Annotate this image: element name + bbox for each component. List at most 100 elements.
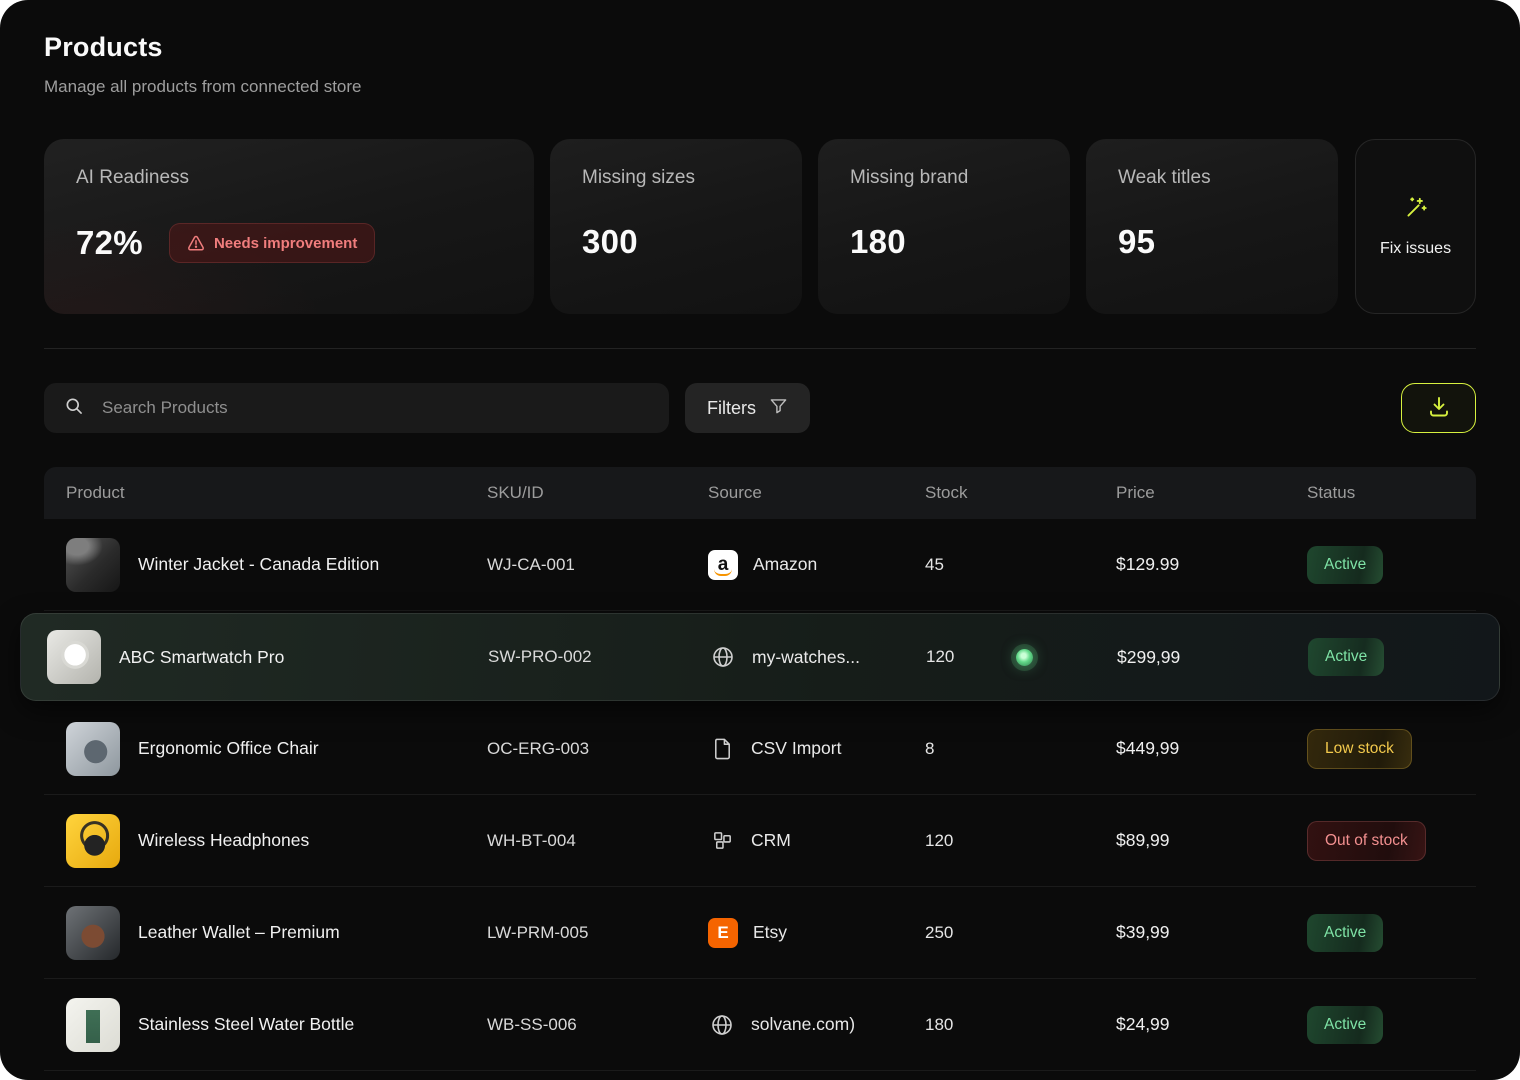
product-cell: Leather Wallet – Premium	[66, 906, 487, 960]
stat-label: AI Readiness	[76, 167, 502, 189]
status-cell: Low stock	[1307, 729, 1454, 769]
status-badge: Active	[1307, 914, 1383, 952]
source-name: CSV Import	[751, 738, 841, 759]
column-header-status: Status	[1307, 483, 1454, 503]
source-cell: E Etsy	[708, 918, 925, 948]
export-download-button[interactable]	[1401, 383, 1476, 433]
sku-cell: SW-PRO-002	[488, 647, 709, 667]
product-cell: Stainless Steel Water Bottle	[66, 998, 487, 1052]
source-cell: CRM	[708, 829, 925, 852]
fix-issues-button[interactable]: Fix issues	[1355, 139, 1476, 314]
page-subtitle: Manage all products from connected store	[44, 77, 1476, 97]
table-row[interactable]: Leather Wallet – Premium LW-PRM-005 E Et…	[44, 887, 1476, 979]
status-cell: Active	[1307, 914, 1454, 952]
product-cell: Wireless Headphones	[66, 814, 487, 868]
source-name: Etsy	[753, 922, 787, 943]
stock-cell: 45	[925, 555, 1116, 575]
source-name: my-watches...	[752, 647, 860, 668]
column-header-sku: SKU/ID	[487, 483, 708, 503]
stock-cell: 180	[925, 1015, 1116, 1035]
product-thumbnail	[66, 814, 120, 868]
stat-label: Weak titles	[1118, 167, 1306, 189]
status-badge: Low stock	[1307, 729, 1412, 769]
search-input[interactable]	[100, 397, 649, 419]
download-icon	[1427, 395, 1451, 422]
stock-cell: 120	[926, 647, 1117, 667]
products-page: Products Manage all products from connec…	[0, 0, 1520, 1080]
product-cell: Ergonomic Office Chair	[66, 722, 487, 776]
stat-label: Missing brand	[850, 167, 1038, 189]
amazon-icon: a	[708, 550, 738, 580]
source-name: Amazon	[753, 554, 817, 575]
section-divider	[44, 348, 1476, 349]
products-table: Product SKU/ID Source Stock Price Status…	[44, 467, 1476, 1071]
source-cell: solvane.com)	[708, 1013, 925, 1037]
table-row[interactable]: Stainless Steel Water Bottle WB-SS-006 s…	[44, 979, 1476, 1071]
source-name: CRM	[751, 830, 791, 851]
column-header-price: Price	[1116, 483, 1307, 503]
stat-value: 180	[850, 223, 906, 261]
price-cell: $89,99	[1116, 830, 1307, 851]
product-name: Leather Wallet – Premium	[138, 922, 340, 943]
stat-card-missing-brand: Missing brand 180	[818, 139, 1070, 314]
column-header-stock: Stock	[925, 483, 1116, 503]
page-title: Products	[44, 32, 1476, 63]
source-name: solvane.com)	[751, 1014, 855, 1035]
table-row-selected[interactable]: ABC Smartwatch Pro SW-PRO-002 my-watches…	[20, 613, 1500, 701]
status-badge: Active	[1307, 546, 1383, 584]
stat-value: 72%	[76, 224, 143, 262]
grid-icon	[708, 829, 736, 852]
filters-label: Filters	[707, 398, 756, 419]
column-header-source: Source	[708, 483, 925, 503]
sync-indicator-dot	[1016, 649, 1033, 666]
fix-issues-label: Fix issues	[1380, 240, 1451, 258]
globe-icon	[709, 645, 737, 669]
status-cell: Out of stock	[1307, 821, 1454, 861]
source-cell: my-watches...	[709, 645, 926, 669]
stat-card-missing-sizes: Missing sizes 300	[550, 139, 802, 314]
stock-cell: 120	[925, 831, 1116, 851]
product-name: Ergonomic Office Chair	[138, 738, 319, 759]
product-name: ABC Smartwatch Pro	[119, 647, 284, 668]
table-row[interactable]: Ergonomic Office Chair OC-ERG-003 CSV Im…	[44, 703, 1476, 795]
stat-value: 95	[1118, 223, 1155, 261]
stat-label: Missing sizes	[582, 167, 770, 189]
product-thumbnail	[66, 538, 120, 592]
status-cell: Active	[1307, 546, 1454, 584]
stats-row: AI Readiness 72% Needs improvement Missi…	[44, 139, 1476, 314]
sku-cell: LW-PRM-005	[487, 923, 708, 943]
product-thumbnail	[66, 998, 120, 1052]
funnel-icon	[769, 396, 788, 420]
table-row[interactable]: Wireless Headphones WH-BT-004 CRM 120 $8…	[44, 795, 1476, 887]
product-cell: Winter Jacket - Canada Edition	[66, 538, 487, 592]
source-cell: CSV Import	[708, 737, 925, 760]
search-box[interactable]	[44, 383, 669, 433]
stat-card-weak-titles: Weak titles 95	[1086, 139, 1338, 314]
search-icon	[64, 396, 84, 421]
column-header-product: Product	[66, 483, 487, 503]
product-thumbnail	[66, 722, 120, 776]
price-cell: $299,99	[1117, 647, 1308, 668]
price-cell: $449,99	[1116, 738, 1307, 759]
source-cell: a Amazon	[708, 550, 925, 580]
toolbar: Filters	[44, 383, 1476, 433]
stat-card-ai-readiness: AI Readiness 72% Needs improvement	[44, 139, 534, 314]
sku-cell: WH-BT-004	[487, 831, 708, 851]
table-row[interactable]: Winter Jacket - Canada Edition WJ-CA-001…	[44, 519, 1476, 611]
sku-cell: OC-ERG-003	[487, 739, 708, 759]
status-badge: Active	[1308, 638, 1384, 676]
stock-cell: 8	[925, 739, 1116, 759]
product-name: Wireless Headphones	[138, 830, 309, 851]
sku-cell: WJ-CA-001	[487, 555, 708, 575]
sku-cell: WB-SS-006	[487, 1015, 708, 1035]
product-name: Winter Jacket - Canada Edition	[138, 554, 379, 575]
product-name: Stainless Steel Water Bottle	[138, 1014, 354, 1035]
needs-improvement-badge: Needs improvement	[169, 223, 375, 263]
filters-button[interactable]: Filters	[685, 383, 810, 433]
status-cell: Active	[1308, 638, 1473, 676]
status-badge: Out of stock	[1307, 821, 1426, 861]
stat-value: 300	[582, 223, 638, 261]
file-icon	[708, 737, 736, 760]
price-cell: $129.99	[1116, 554, 1307, 575]
price-cell: $39,99	[1116, 922, 1307, 943]
